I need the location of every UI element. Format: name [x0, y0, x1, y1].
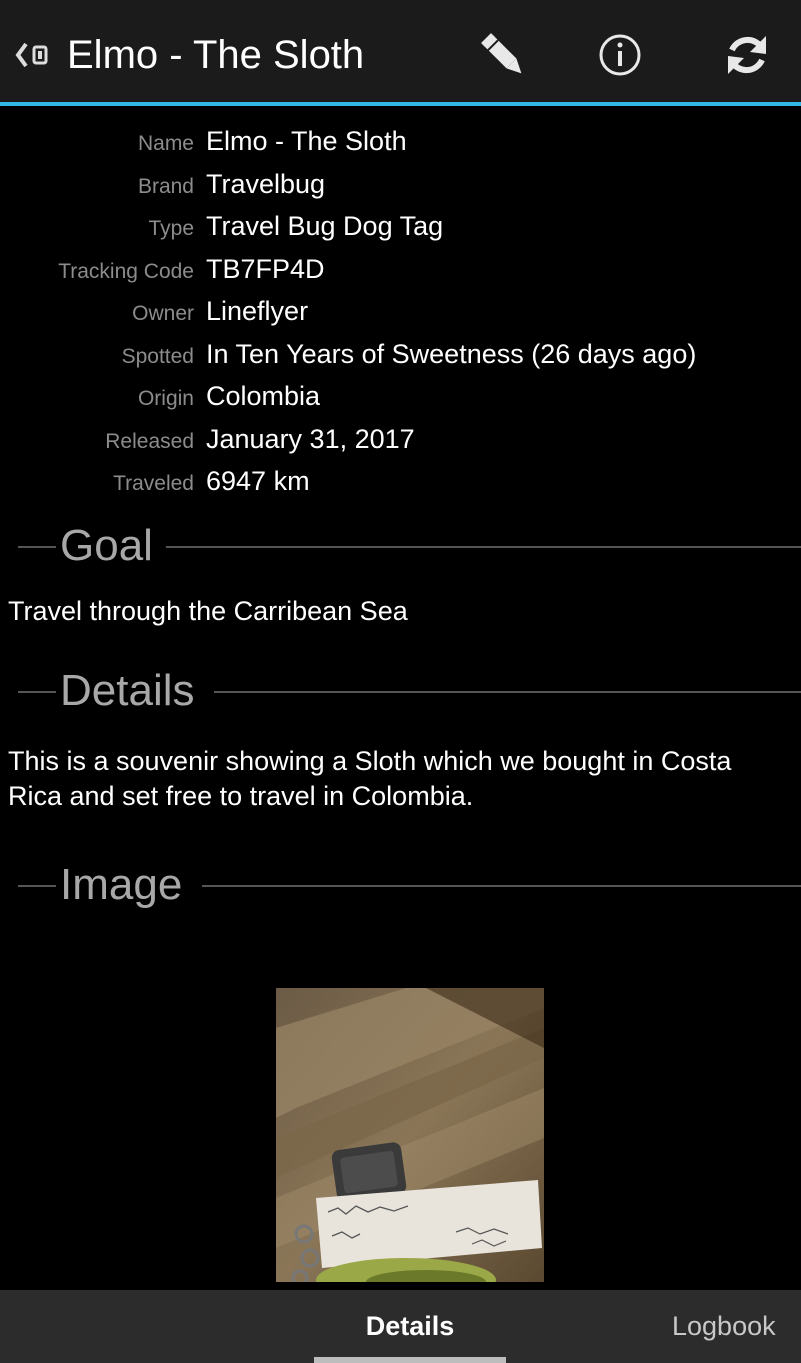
tab-details[interactable]: Details — [314, 1290, 506, 1363]
detail-label: Released — [105, 429, 194, 453]
goal-section-header: Goal — [0, 519, 801, 575]
tab-bar: Details Logbook — [0, 1290, 801, 1363]
divider — [18, 691, 56, 693]
detail-label: Owner — [132, 302, 194, 325]
section-title: Goal — [60, 521, 153, 570]
detail-row-traveled: Traveled 6947 km — [0, 464, 801, 507]
pencil-icon — [481, 33, 522, 74]
action-bar: Elmo - The Sloth — [0, 0, 801, 106]
tab-logbook[interactable]: Logbook — [672, 1290, 776, 1363]
detail-row-owner: Owner Lineflyer — [0, 294, 801, 337]
refresh-button[interactable] — [712, 22, 782, 88]
detail-label: Brand — [137, 174, 194, 198]
detail-value: 6947 km — [206, 466, 310, 496]
detail-row-name: Name Elmo - The Sloth — [0, 124, 801, 167]
detail-value[interactable]: TB7FP4D — [206, 254, 325, 285]
info-icon — [599, 34, 641, 76]
divider — [166, 546, 801, 548]
detail-value: Travelbug — [206, 168, 326, 199]
detail-value: Colombia — [206, 381, 321, 411]
divider — [18, 885, 56, 887]
detail-value: Travel Bug Dog Tag — [206, 211, 444, 241]
refresh-icon — [728, 36, 766, 74]
detail-label: Traveled — [113, 472, 194, 495]
detail-label: Name — [137, 132, 194, 155]
detail-label: Spotted — [121, 344, 194, 368]
info-button[interactable] — [585, 22, 655, 88]
detail-row-spotted: Spotted In Ten Years of Sweetness (26 da… — [0, 337, 801, 380]
page-title: Elmo - The Sloth — [67, 33, 365, 77]
divider — [214, 691, 801, 693]
section-title: Details — [60, 666, 195, 715]
detail-label: Origin — [137, 387, 194, 410]
image-section-header: Image — [0, 858, 801, 914]
chevron-left-icon — [15, 42, 48, 68]
description-text: This is a souvenir showing a Sloth which… — [8, 746, 732, 811]
goal-text: Travel through the Carribean Sea — [8, 596, 408, 626]
detail-value[interactable]: In Ten Years of Sweetness (26 days ago) — [206, 339, 696, 370]
detail-value: January 31, 2017 — [206, 423, 415, 454]
section-title: Image — [60, 860, 183, 909]
detail-value[interactable]: Lineflyer — [206, 296, 308, 327]
divider — [202, 885, 801, 887]
detail-value: Elmo - The Sloth — [206, 126, 407, 156]
detail-row-origin: Origin Colombia — [0, 379, 801, 422]
detail-row-released: Released January 31, 2017 — [0, 422, 801, 465]
edit-button[interactable] — [468, 22, 538, 88]
trackable-image[interactable] — [276, 988, 544, 1282]
details-table: Name Elmo - The Sloth Brand Travelbug Ty… — [0, 124, 801, 507]
details-section-header: Details — [0, 664, 801, 720]
detail-label: Tracking Code — [58, 259, 194, 283]
detail-row-brand: Brand Travelbug — [0, 167, 801, 210]
sloth-photo — [276, 988, 544, 1282]
detail-row-type: Type Travel Bug Dog Tag — [0, 209, 801, 252]
divider — [18, 546, 56, 548]
selected-tab-indicator — [314, 1357, 506, 1363]
detail-label: Type — [148, 217, 194, 240]
back-button[interactable] — [14, 38, 62, 72]
detail-row-tracking-code: Tracking Code TB7FP4D — [0, 252, 801, 295]
